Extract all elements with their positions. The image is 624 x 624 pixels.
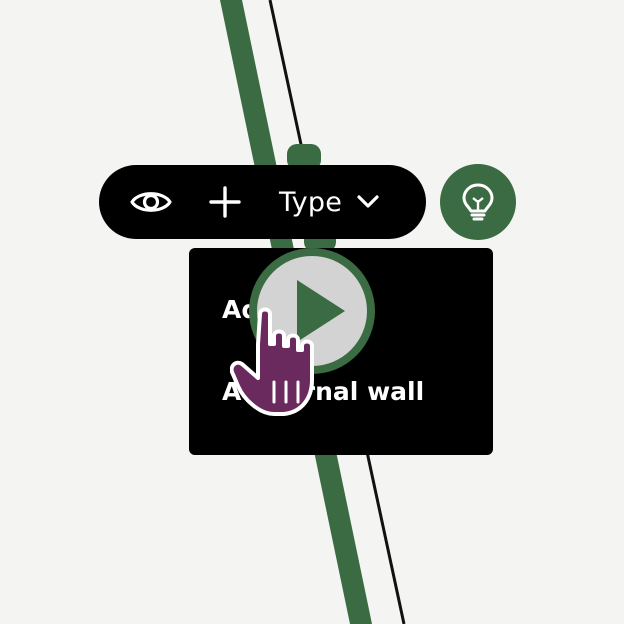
- eye-icon: [130, 192, 172, 212]
- element-toolbar: Type: [99, 165, 426, 239]
- floorplan-canvas[interactable]: Type Add d ce Add ernal wall: [0, 0, 624, 624]
- play-icon[interactable]: [245, 244, 379, 378]
- type-dropdown-label: Type: [279, 186, 343, 218]
- visibility-button[interactable]: [127, 178, 175, 226]
- add-button[interactable]: [203, 178, 247, 226]
- plus-icon: [209, 186, 241, 218]
- chevron-down-icon: [356, 194, 380, 210]
- type-dropdown[interactable]: Type: [279, 178, 380, 226]
- hint-button[interactable]: [440, 164, 516, 240]
- menu-item-add-internal-wall[interactable]: Add ernal wall: [222, 377, 424, 406]
- lightbulb-icon: [462, 183, 494, 221]
